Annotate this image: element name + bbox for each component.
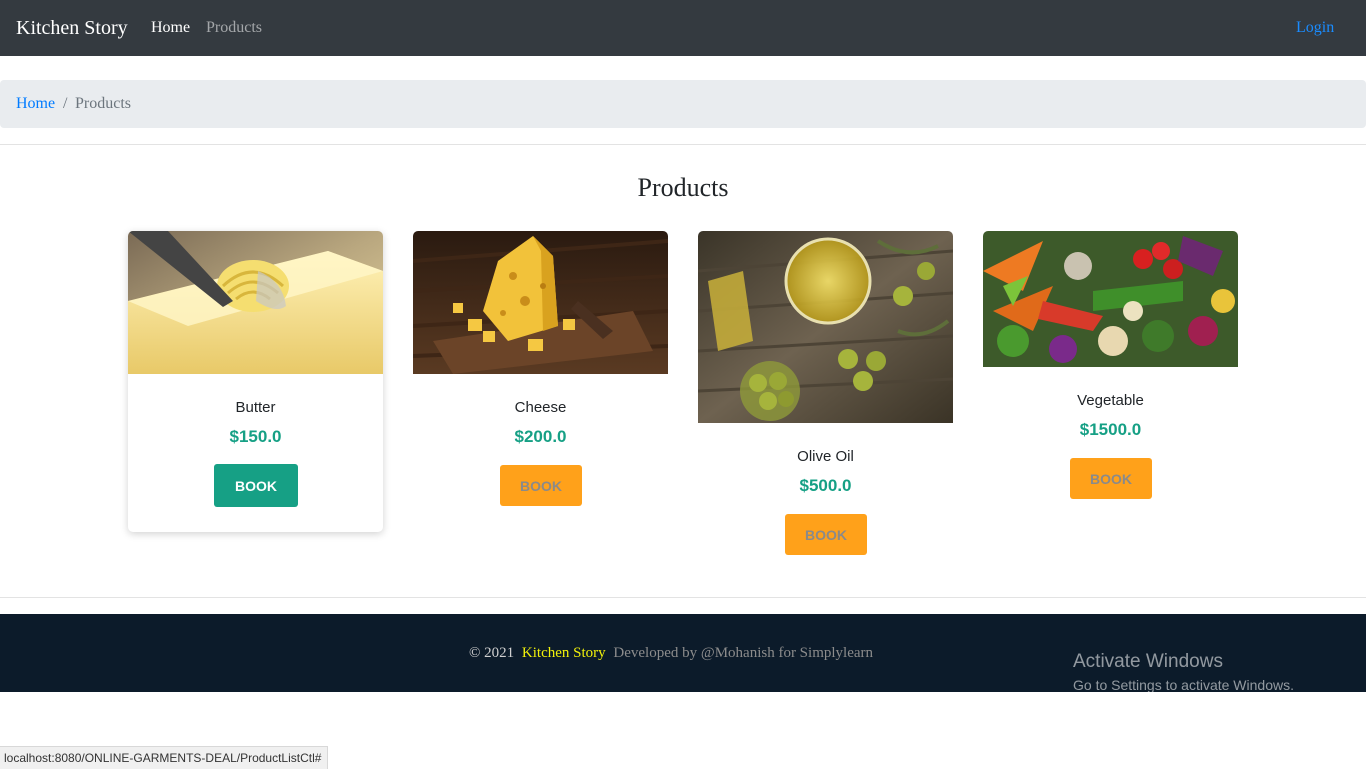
product-card-vegetable: Vegetable $1500.0 BOOK [983, 231, 1238, 499]
top-navbar: Kitchen Story Home Products Login [0, 0, 1366, 56]
activate-windows-subtitle: Go to Settings to activate Windows. [1073, 677, 1294, 693]
product-card-olive-oil: Olive Oil $500.0 BOOK [698, 231, 953, 555]
status-bar-url: localhost:8080/ONLINE-GARMENTS-DEAL/Prod… [0, 746, 329, 769]
breadcrumb: Home / Products [0, 80, 1366, 128]
product-name: Cheese [514, 399, 567, 416]
divider [0, 597, 1366, 598]
footer-brand: Kitchen Story [521, 645, 606, 661]
book-button-cheese[interactable]: BOOK [500, 465, 582, 506]
login-link[interactable]: Login [1296, 18, 1334, 38]
footer-developer: Developed by @Mohanish for Simplylearn [613, 645, 874, 661]
nav-products-link[interactable]: Products [206, 18, 262, 38]
butter-image[interactable] [128, 231, 383, 374]
product-price: $200.0 [514, 427, 567, 446]
vegetable-image[interactable] [983, 231, 1238, 367]
product-price: $150.0 [229, 427, 282, 446]
product-price: $500.0 [799, 476, 852, 495]
cheese-image[interactable] [413, 231, 668, 374]
activate-windows-title: Activate Windows [1073, 651, 1223, 672]
product-name: Butter [235, 399, 276, 416]
product-price: $1500.0 [1079, 420, 1142, 439]
nav-home-link[interactable]: Home [151, 18, 190, 38]
breadcrumb-home-link[interactable]: Home [16, 94, 55, 114]
footer-text: © 2021 Kitchen Story Developed by @Mohan… [469, 644, 873, 662]
divider [0, 144, 1366, 145]
book-button-olive-oil[interactable]: BOOK [785, 514, 867, 555]
breadcrumb-current: Products [75, 95, 131, 112]
footer-copyright: © 2021 [469, 645, 515, 661]
product-name: Vegetable [1077, 392, 1144, 409]
olive-oil-image[interactable] [698, 231, 953, 423]
page-title: Products [637, 173, 729, 202]
product-name: Olive Oil [797, 448, 854, 465]
book-button-vegetable[interactable]: BOOK [1070, 458, 1152, 499]
product-card-cheese: Cheese $200.0 BOOK [413, 231, 668, 506]
brand-logo[interactable]: Kitchen Story [16, 15, 128, 41]
product-card-butter: Butter $150.0 BOOK [128, 231, 383, 532]
breadcrumb-separator: / [63, 95, 68, 112]
book-button-butter[interactable]: BOOK [214, 464, 298, 507]
